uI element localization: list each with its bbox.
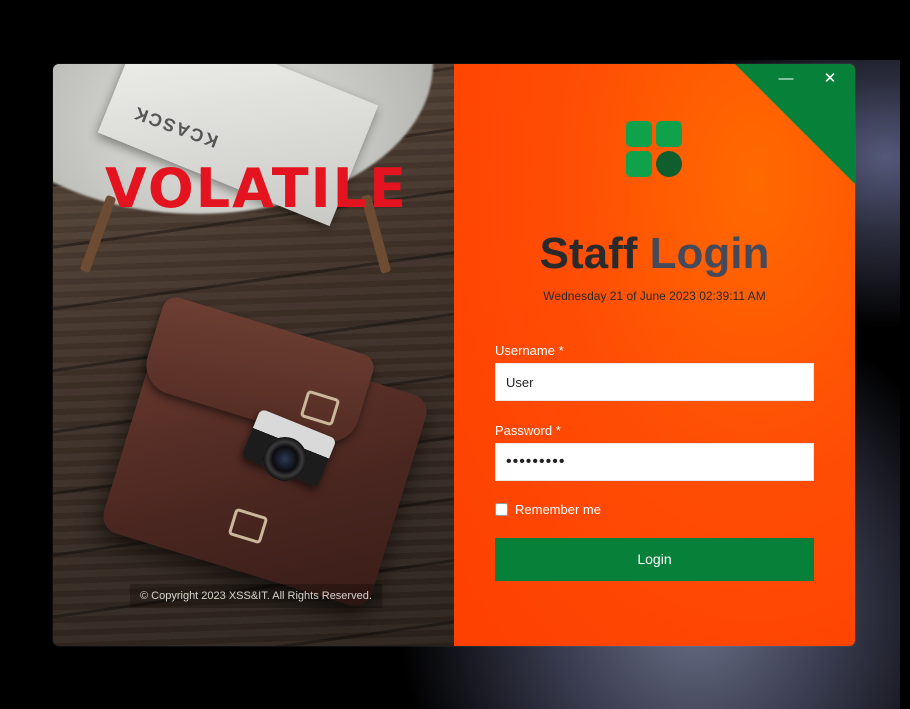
hero-photo: KCASCK VOLATILE © Copyright 2023 XSS&IT.…	[53, 64, 454, 646]
login-panel: — ✕ Staff Login Wednesday 21 of June 202…	[454, 64, 855, 646]
remember-checkbox[interactable]	[495, 503, 508, 516]
minimize-icon[interactable]: —	[771, 68, 801, 90]
logo-tile	[656, 121, 682, 147]
password-field[interactable]	[495, 443, 814, 481]
login-window: KCASCK VOLATILE © Copyright 2023 XSS&IT.…	[53, 64, 855, 646]
close-icon[interactable]: ✕	[815, 68, 845, 90]
logo-tile	[626, 121, 652, 147]
username-field[interactable]	[495, 363, 814, 401]
title-staff: Staff	[539, 229, 638, 278]
remember-me[interactable]: Remember me	[495, 502, 601, 517]
page-title: Staff Login	[454, 232, 855, 276]
remember-label[interactable]: Remember me	[515, 502, 601, 517]
password-label: Password *	[495, 423, 561, 438]
brand-logo-text: VOLATILE	[105, 157, 408, 220]
datetime-text: Wednesday 21 of June 2023 02:39:11 AM	[543, 289, 766, 303]
copyright-text: © Copyright 2023 XSS&IT. All Rights Rese…	[130, 584, 382, 608]
camera-lens	[263, 437, 307, 481]
username-label: Username *	[495, 343, 564, 358]
login-button[interactable]: Login	[495, 538, 814, 581]
title-login: Login	[649, 229, 770, 278]
logo-tile	[626, 151, 652, 177]
four-tile-logo-icon	[626, 121, 684, 179]
logo-circle	[656, 151, 682, 177]
